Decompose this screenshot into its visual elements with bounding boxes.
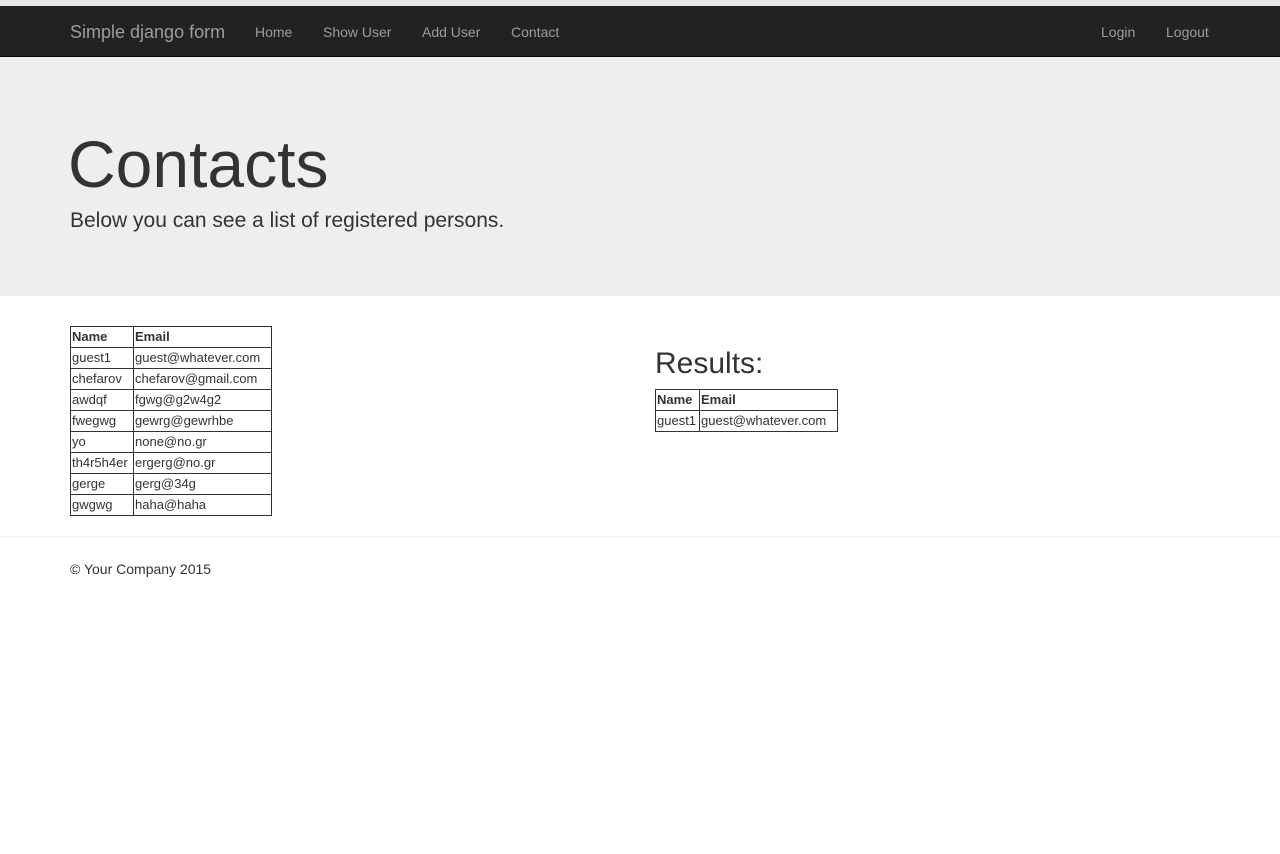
- footer-divider: [0, 536, 1280, 537]
- table-row: gwgwg haha@haha: [70, 494, 272, 516]
- table-header-row: Name Email: [655, 389, 838, 411]
- table-row: fwegwg gewrg@gewrhbe: [70, 410, 272, 432]
- nav-link-show-user[interactable]: Show User: [323, 6, 391, 57]
- cell-email: guest@whatever.com: [699, 410, 838, 432]
- page-subtitle: Below you can see a list of registered p…: [70, 209, 505, 232]
- column-header-name: Name: [70, 326, 134, 348]
- navbar: Simple django form Home Show User Add Us…: [0, 6, 1280, 57]
- cell-name: guest1: [70, 347, 134, 369]
- table-row: awdqf fgwg@g2w4g2: [70, 389, 272, 411]
- nav-link-home[interactable]: Home: [255, 6, 292, 57]
- cell-email: chefarov@gmail.com: [133, 368, 272, 390]
- table-header-row: Name Email: [70, 326, 272, 348]
- nav-link-add-user[interactable]: Add User: [422, 6, 480, 57]
- cell-email: guest@whatever.com: [133, 347, 272, 369]
- cell-name: yo: [70, 431, 134, 453]
- cell-email: ergerg@no.gr: [133, 452, 272, 474]
- nav-link-logout[interactable]: Logout: [1166, 6, 1209, 57]
- cell-email: gewrg@gewrhbe: [133, 410, 272, 432]
- cell-email: fgwg@g2w4g2: [133, 389, 272, 411]
- cell-name: chefarov: [70, 368, 134, 390]
- footer-copyright: © Your Company 2015: [70, 561, 212, 577]
- cell-name: fwegwg: [70, 410, 134, 432]
- table-row: guest1 guest@whatever.com: [655, 410, 838, 432]
- jumbotron: Contacts Below you can see a list of reg…: [0, 57, 1280, 296]
- results-table: Name Email guest1 guest@whatever.com: [655, 389, 838, 432]
- table-row: gerge gerg@34g: [70, 473, 272, 495]
- table-row: guest1 guest@whatever.com: [70, 347, 272, 369]
- cell-email: none@no.gr: [133, 431, 272, 453]
- cell-name: gerge: [70, 473, 134, 495]
- table-row: th4r5h4er ergerg@no.gr: [70, 452, 272, 474]
- cell-name: th4r5h4er: [70, 452, 134, 474]
- nav-link-contact[interactable]: Contact: [511, 6, 559, 57]
- table-row: chefarov chefarov@gmail.com: [70, 368, 272, 390]
- cell-name: awdqf: [70, 389, 134, 411]
- cell-email: haha@haha: [133, 494, 272, 516]
- contacts-table: Name Email guest1 guest@whatever.com che…: [70, 326, 272, 516]
- cell-name: gwgwg: [70, 494, 134, 516]
- column-header-name: Name: [655, 389, 700, 411]
- results-heading: Results:: [655, 347, 764, 380]
- column-header-email: Email: [699, 389, 838, 411]
- column-header-email: Email: [133, 326, 272, 348]
- nav-link-login[interactable]: Login: [1101, 6, 1135, 57]
- page-title: Contacts: [68, 127, 329, 201]
- table-row: yo none@no.gr: [70, 431, 272, 453]
- cell-email: gerg@34g: [133, 473, 272, 495]
- navbar-brand[interactable]: Simple django form: [70, 6, 225, 57]
- cell-name: guest1: [655, 410, 700, 432]
